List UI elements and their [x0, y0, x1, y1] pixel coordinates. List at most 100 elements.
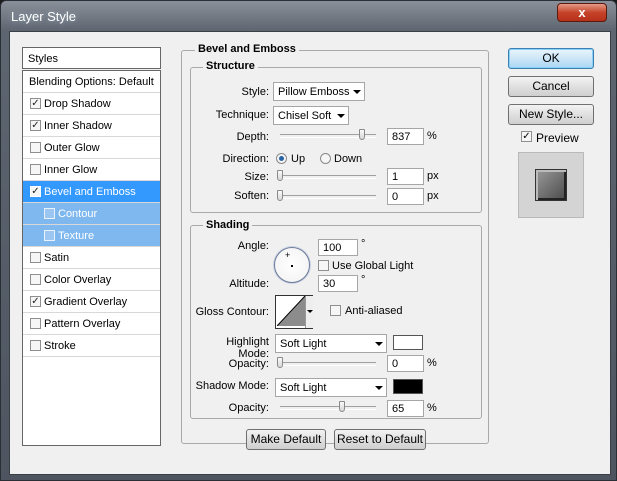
style-checkbox[interactable]: ✓ [30, 120, 41, 131]
technique-select-value: Chisel Soft [278, 110, 332, 122]
shadow-color-swatch[interactable] [393, 379, 423, 394]
use-global-light-label[interactable]: Use Global Light [332, 260, 413, 272]
highlight-opacity-slider-track[interactable] [280, 362, 376, 366]
style-label: Style: [241, 86, 269, 98]
shadow-opacity-input[interactable]: 65 [387, 400, 424, 417]
style-list-item[interactable]: Pattern Overlay [23, 313, 160, 335]
style-list-item-label: Bevel and Emboss [44, 186, 136, 198]
style-checkbox[interactable] [30, 252, 41, 263]
style-list-item[interactable]: Color Overlay [23, 269, 160, 291]
style-checkbox[interactable] [30, 340, 41, 351]
style-list-item-label: Stroke [44, 340, 76, 352]
anti-aliased-checkbox[interactable] [330, 305, 341, 316]
style-checkbox[interactable] [44, 208, 55, 219]
cancel-button[interactable]: Cancel [508, 76, 594, 97]
shadow-mode-select[interactable]: Soft Light [275, 378, 387, 397]
style-list-item-label: Inner Glow [44, 164, 98, 176]
style-checkbox[interactable]: ✓ [30, 98, 41, 109]
angle-value: 100 [323, 242, 342, 254]
style-list-item-label: Satin [44, 252, 70, 264]
anti-aliased-label[interactable]: Anti-aliased [345, 305, 402, 317]
reset-to-default-button[interactable]: Reset to Default [334, 429, 426, 450]
style-list-item[interactable]: ✓ Inner Shadow [23, 115, 160, 137]
size-label: Size: [244, 171, 269, 183]
preview-checkbox[interactable]: ✓ [521, 131, 532, 142]
styles-header-label: Styles [28, 53, 58, 65]
title-bar[interactable]: Layer Style x [1, 1, 616, 31]
size-slider-track[interactable] [280, 175, 376, 179]
dial-center-icon [291, 265, 293, 267]
highlight-opacity-slider-thumb[interactable] [277, 357, 283, 368]
size-input[interactable]: 1 [387, 168, 424, 185]
close-button[interactable]: x [557, 3, 607, 22]
contour-dropdown-button[interactable] [305, 296, 313, 328]
soften-label: Soften: [234, 190, 269, 202]
altitude-input[interactable]: 30 [318, 275, 358, 292]
chevron-down-icon [375, 386, 383, 390]
style-checkbox[interactable] [44, 230, 55, 241]
style-checkbox[interactable]: ✓ [30, 296, 41, 307]
size-slider-thumb[interactable] [277, 170, 283, 181]
style-select[interactable]: Pillow Emboss [273, 82, 365, 101]
style-list-item[interactable]: Texture [23, 225, 160, 247]
highlight-opacity-input[interactable]: 0 [387, 355, 424, 372]
preview-square [535, 169, 567, 201]
altitude-label: Altitude: [229, 278, 269, 290]
gloss-contour-label: Gloss Contour: [195, 306, 269, 318]
direction-label: Direction: [222, 153, 269, 165]
style-checkbox[interactable] [30, 318, 41, 329]
use-global-light-checkbox[interactable] [318, 260, 329, 271]
shadow-opacity-slider-thumb[interactable] [339, 401, 346, 412]
angle-dial[interactable]: + [274, 247, 310, 283]
shadow-opacity-slider-track[interactable] [280, 406, 376, 410]
style-select-value: Pillow Emboss [278, 86, 350, 98]
depth-label: Depth: [236, 131, 269, 143]
soften-unit: px [427, 190, 439, 202]
technique-label: Technique: [215, 109, 269, 121]
style-list-item-label: Color Overlay [44, 274, 112, 286]
direction-up-radio[interactable] [276, 153, 287, 164]
style-list-item-label: Pattern Overlay [44, 318, 121, 330]
style-checkbox[interactable]: ✓ [30, 186, 41, 197]
depth-input[interactable]: 837 [387, 128, 424, 145]
direction-down-label[interactable]: Down [334, 153, 362, 165]
style-list-item[interactable]: Contour [23, 203, 160, 225]
style-list-item[interactable]: ✓ Gradient Overlay [23, 291, 160, 313]
style-list-item-label: Gradient Overlay [44, 296, 128, 308]
depth-slider-thumb[interactable] [358, 129, 365, 140]
gloss-contour-picker[interactable] [275, 295, 313, 329]
style-list-item[interactable]: ✓ Drop Shadow [23, 93, 160, 115]
technique-select[interactable]: Chisel Soft [273, 106, 349, 125]
style-list-item[interactable]: Inner Glow [23, 159, 160, 181]
preview-label[interactable]: Preview [536, 131, 579, 145]
style-checkbox[interactable] [30, 164, 41, 175]
styles-header[interactable]: Styles [22, 47, 161, 69]
ok-button[interactable]: OK [508, 48, 594, 69]
style-list-item-label: Inner Shadow [44, 120, 112, 132]
depth-value: 837 [392, 131, 411, 143]
soften-slider-thumb[interactable] [277, 190, 283, 201]
highlight-mode-select[interactable]: Soft Light [275, 334, 387, 353]
style-list-item[interactable]: Blending Options: Default [23, 71, 160, 93]
style-list-item[interactable]: ✓ Bevel and Emboss [23, 181, 160, 203]
direction-up-label[interactable]: Up [291, 153, 305, 165]
style-list-item[interactable]: Stroke [23, 335, 160, 357]
highlight-color-swatch[interactable] [393, 335, 423, 350]
close-icon: x [578, 5, 586, 20]
style-list-item-label: Contour [58, 208, 98, 220]
style-list-item[interactable]: Satin [23, 247, 160, 269]
size-unit: px [427, 170, 439, 182]
angle-unit: ° [361, 238, 366, 250]
chevron-down-icon [353, 90, 361, 94]
style-checkbox[interactable] [30, 142, 41, 153]
soften-slider-track[interactable] [280, 195, 376, 199]
angle-input[interactable]: 100 [318, 239, 358, 256]
direction-down-radio[interactable] [320, 153, 331, 164]
shadow-opacity-value: 65 [392, 403, 405, 415]
style-list-item[interactable]: Outer Glow [23, 137, 160, 159]
new-style-button[interactable]: New Style... [508, 104, 594, 125]
soften-input[interactable]: 0 [387, 188, 424, 205]
size-value: 1 [392, 171, 399, 183]
style-checkbox[interactable] [30, 274, 41, 285]
make-default-button[interactable]: Make Default [246, 429, 326, 450]
